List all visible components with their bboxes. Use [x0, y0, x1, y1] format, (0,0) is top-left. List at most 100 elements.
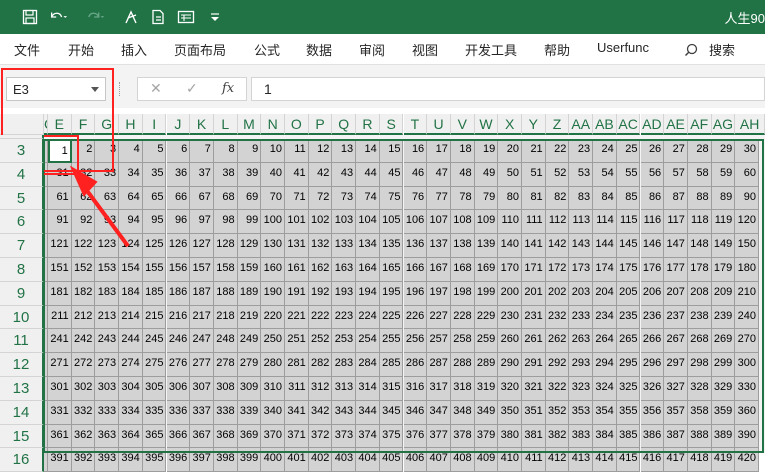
cell-g6[interactable]: 93 [95, 210, 120, 235]
cell-o11[interactable]: 251 [285, 329, 309, 354]
cell-n4[interactable]: 40 [261, 162, 285, 187]
cell-p11[interactable]: 252 [308, 329, 333, 354]
cell-v15[interactable]: 378 [450, 424, 475, 449]
cell-af5[interactable]: 88 [687, 186, 712, 211]
cell-ab11[interactable]: 264 [593, 329, 617, 354]
cell-q8[interactable]: 163 [332, 258, 357, 282]
cell-i7[interactable]: 125 [142, 234, 167, 258]
cell-m3[interactable]: 9 [237, 139, 262, 163]
cell-w4[interactable]: 49 [474, 162, 499, 187]
cell-u11[interactable]: 257 [427, 329, 451, 354]
cell-j4[interactable]: 36 [166, 162, 191, 187]
cell-r6[interactable]: 104 [356, 210, 380, 235]
cell-aa14[interactable]: 353 [569, 400, 594, 425]
cell-ac8[interactable]: 175 [616, 258, 641, 282]
customize-dropdown-icon[interactable] [205, 7, 225, 27]
cell-ac6[interactable]: 115 [616, 210, 641, 235]
cell-ae8[interactable]: 177 [664, 258, 688, 282]
cell-k13[interactable]: 307 [190, 377, 214, 401]
cell-x11[interactable]: 260 [498, 329, 522, 354]
cell-ad6[interactable]: 116 [640, 210, 665, 235]
cell-y9[interactable]: 201 [522, 281, 546, 306]
menu-developer[interactable]: 开发工具 [465, 40, 517, 59]
cell-t12[interactable]: 286 [403, 353, 428, 377]
cell-ae13[interactable]: 327 [664, 377, 688, 401]
cell-af13[interactable]: 328 [687, 377, 712, 401]
cell-af9[interactable]: 208 [687, 281, 712, 306]
column-header-ab[interactable]: AB [593, 114, 617, 135]
cell-ab16[interactable]: 414 [593, 448, 617, 472]
cell-aa5[interactable]: 83 [569, 186, 594, 211]
cell-v14[interactable]: 348 [450, 400, 475, 425]
cell-e9[interactable]: 181 [48, 281, 72, 306]
cell-g8[interactable]: 153 [95, 258, 120, 282]
cell-f15[interactable]: 362 [71, 424, 96, 449]
cell-h5[interactable]: 64 [119, 186, 143, 211]
cell-aa16[interactable]: 413 [569, 448, 594, 472]
cell-w6[interactable]: 109 [474, 210, 499, 235]
cell-ad4[interactable]: 56 [640, 162, 665, 187]
cell-ab13[interactable]: 324 [593, 377, 617, 401]
cell-ae3[interactable]: 27 [664, 139, 688, 163]
cell-ah6[interactable]: 120 [735, 210, 759, 235]
cell-q13[interactable]: 313 [332, 377, 357, 401]
column-header-ac[interactable]: AC [616, 114, 641, 135]
cell-e10[interactable]: 211 [48, 305, 72, 330]
row-header-10[interactable]: 10 [0, 305, 44, 330]
column-header-v[interactable]: V [450, 114, 475, 135]
cell-ag4[interactable]: 59 [711, 162, 736, 187]
row-header-16[interactable]: 16 [0, 448, 44, 472]
cell-n11[interactable]: 250 [261, 329, 285, 354]
cell-aa9[interactable]: 203 [569, 281, 594, 306]
cell-v6[interactable]: 108 [450, 210, 475, 235]
column-header-ae[interactable]: AE [664, 114, 688, 135]
cell-l16[interactable]: 398 [213, 448, 238, 472]
cell-ag16[interactable]: 419 [711, 448, 736, 472]
redo-icon[interactable] [86, 7, 106, 27]
cell-ag5[interactable]: 89 [711, 186, 736, 211]
cell-p6[interactable]: 102 [308, 210, 333, 235]
cell-g4[interactable]: 33 [95, 162, 120, 187]
cell-l12[interactable]: 278 [213, 353, 238, 377]
cell-q9[interactable]: 193 [332, 281, 357, 306]
cell-v13[interactable]: 318 [450, 377, 475, 401]
cell-ab15[interactable]: 384 [593, 424, 617, 449]
cell-ac3[interactable]: 25 [616, 139, 641, 163]
cell-u7[interactable]: 137 [427, 234, 451, 258]
cell-p16[interactable]: 402 [308, 448, 333, 472]
cell-i8[interactable]: 155 [142, 258, 167, 282]
cell-c12[interactable] [44, 353, 48, 377]
cell-j11[interactable]: 246 [166, 329, 191, 354]
cell-k5[interactable]: 67 [190, 186, 214, 211]
cell-t7[interactable]: 136 [403, 234, 428, 258]
undo-icon[interactable] [48, 7, 68, 27]
cell-r3[interactable]: 14 [356, 139, 380, 163]
cell-h11[interactable]: 244 [119, 329, 143, 354]
cell-x6[interactable]: 110 [498, 210, 522, 235]
cell-t8[interactable]: 166 [403, 258, 428, 282]
cell-z4[interactable]: 52 [545, 162, 570, 187]
cell-t15[interactable]: 376 [403, 424, 428, 449]
cell-o10[interactable]: 221 [285, 305, 309, 330]
cell-n9[interactable]: 190 [261, 281, 285, 306]
cell-u15[interactable]: 377 [427, 424, 451, 449]
cell-q4[interactable]: 43 [332, 162, 357, 187]
cell-f11[interactable]: 242 [71, 329, 96, 354]
cell-ab5[interactable]: 84 [593, 186, 617, 211]
cell-x14[interactable]: 350 [498, 400, 522, 425]
column-header-k[interactable]: K [190, 114, 214, 135]
cell-h10[interactable]: 214 [119, 305, 143, 330]
cell-ab12[interactable]: 294 [593, 353, 617, 377]
cell-f14[interactable]: 332 [71, 400, 96, 425]
cell-e11[interactable]: 241 [48, 329, 72, 354]
cell-ac9[interactable]: 205 [616, 281, 641, 306]
cell-ah14[interactable]: 360 [735, 400, 759, 425]
cell-h12[interactable]: 274 [119, 353, 143, 377]
cell-k16[interactable]: 397 [190, 448, 214, 472]
resize-handle[interactable] [119, 82, 122, 96]
cell-j9[interactable]: 186 [166, 281, 191, 306]
row-header-15[interactable]: 15 [0, 424, 44, 449]
cell-m8[interactable]: 159 [237, 258, 262, 282]
cell-u6[interactable]: 107 [427, 210, 451, 235]
cell-z6[interactable]: 112 [545, 210, 570, 235]
